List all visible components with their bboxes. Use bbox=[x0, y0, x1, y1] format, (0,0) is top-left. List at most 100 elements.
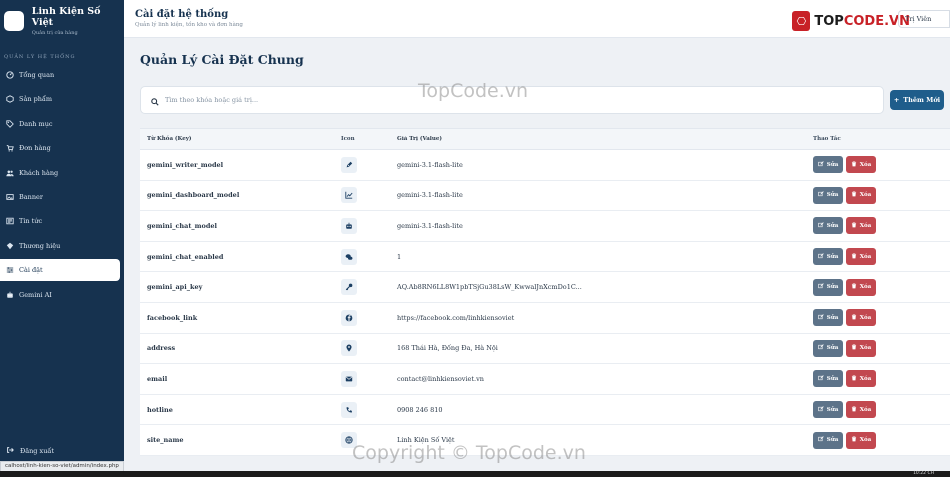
brand-subtitle: Quản trị cửa hàng bbox=[31, 30, 78, 36]
map-pin-icon bbox=[341, 340, 357, 357]
edit-button[interactable]: Sửa bbox=[813, 186, 843, 204]
search-icon bbox=[151, 91, 159, 110]
tag-icon bbox=[6, 120, 14, 128]
column-header-key: Từ Khóa (Key) bbox=[147, 136, 192, 142]
logout-link[interactable]: Đăng xuất bbox=[0, 444, 54, 458]
robot-icon bbox=[341, 217, 357, 234]
page-title: Quản Lý Cài Đặt Chung bbox=[140, 52, 304, 67]
edit-label: Sửa bbox=[826, 284, 839, 291]
watermark-logo-badge-icon: ⎔ bbox=[792, 11, 811, 31]
gauge-icon bbox=[6, 71, 14, 79]
sidebar-item-label: Tin tức bbox=[19, 217, 43, 226]
os-taskbar: 10:22 CH bbox=[0, 471, 950, 477]
sidebar-item-sliders[interactable]: Cài đặt bbox=[0, 259, 120, 282]
delete-button[interactable]: Xóa bbox=[846, 156, 876, 174]
trash-icon bbox=[851, 405, 857, 414]
logout-icon bbox=[6, 446, 14, 456]
sidebar-item-image[interactable]: Banner bbox=[0, 186, 120, 208]
column-header-actions: Thao Tác bbox=[813, 136, 841, 142]
edit-button[interactable]: Sửa bbox=[813, 309, 843, 327]
watermark-logo: ⎔ TOP CODE.VN bbox=[792, 11, 910, 31]
sidebar-item-users[interactable]: Khách hàng bbox=[0, 162, 120, 184]
setting-value: 0908 246 810 bbox=[397, 405, 443, 414]
user-menu-label: Trị Viên bbox=[905, 15, 932, 23]
edit-button[interactable]: Sửa bbox=[813, 370, 843, 388]
setting-value: gemini-3.1-flash-lite bbox=[397, 221, 463, 230]
delete-button[interactable]: Xóa bbox=[846, 217, 876, 235]
brand[interactable]: Linh Kiện Số Việt Quản trị cửa hàng bbox=[0, 0, 124, 42]
table-row: address 168 Thái Hà, Đống Đa, Hà Nội Sửa Xó… bbox=[140, 334, 950, 365]
delete-button[interactable]: Xóa bbox=[846, 278, 876, 296]
table-row: gemini_dashboard_model gemini-3.1-flash-l… bbox=[140, 181, 950, 212]
sidebar-item-tag[interactable]: Danh mục bbox=[0, 113, 120, 135]
table-row: facebook_link https://facebook.com/linhki… bbox=[140, 303, 950, 334]
edit-button[interactable]: Sửa bbox=[813, 248, 843, 266]
trash-icon bbox=[851, 436, 857, 444]
edit-label: Sửa bbox=[826, 161, 839, 168]
sidebar-item-label: Gemini AI bbox=[19, 290, 52, 299]
sidebar-item-robot[interactable]: Gemini AI bbox=[0, 284, 120, 306]
news-icon bbox=[6, 217, 14, 225]
edit-label: Sửa bbox=[826, 222, 839, 229]
table-row: gemini_writer_model gemini-3.1-flash-lite… bbox=[140, 150, 950, 181]
sidebar-item-box[interactable]: Sản phẩm bbox=[0, 88, 120, 110]
delete-label: Xóa bbox=[859, 222, 872, 229]
search-input[interactable] bbox=[165, 96, 765, 104]
delete-button[interactable]: Xóa bbox=[846, 248, 876, 266]
delete-label: Xóa bbox=[859, 314, 872, 321]
table-row: email contact@linhkiensoviet.vn Sửa Xóa bbox=[140, 364, 950, 395]
delete-button[interactable]: Xóa bbox=[846, 339, 876, 357]
edit-button[interactable]: Sửa bbox=[813, 156, 843, 174]
edit-label: Sửa bbox=[826, 192, 839, 199]
facebook-icon bbox=[341, 309, 357, 326]
trash-icon bbox=[851, 161, 857, 169]
image-icon bbox=[6, 193, 14, 201]
user-menu-button[interactable]: Trị Viên bbox=[898, 10, 950, 28]
edit-icon bbox=[818, 161, 824, 169]
delete-button[interactable]: Xóa bbox=[846, 401, 876, 419]
delete-button[interactable]: Xóa bbox=[846, 370, 876, 388]
edit-button[interactable]: Sửa bbox=[813, 278, 843, 296]
table-row: gemini_chat_enabled 1 Sửa Xóa bbox=[140, 242, 950, 273]
trash-icon bbox=[851, 191, 857, 199]
setting-key: gemini_api_key bbox=[147, 283, 203, 292]
sidebar-item-label: Khách hàng bbox=[19, 168, 59, 177]
sidebar-item-label: Thương hiệu bbox=[19, 241, 61, 250]
delete-button[interactable]: Xóa bbox=[846, 309, 876, 327]
brand-name: Linh Kiện Số Việt bbox=[31, 6, 101, 28]
setting-key: gemini_writer_model bbox=[147, 160, 224, 169]
trash-icon bbox=[851, 375, 857, 383]
table-header: Từ Khóa (Key) Icon Giá Trị (Value) Thao … bbox=[140, 129, 950, 150]
sidebar-item-label: Cài đặt bbox=[19, 266, 43, 275]
delete-button[interactable]: Xóa bbox=[846, 186, 876, 204]
add-new-label: Thêm Mới bbox=[903, 96, 941, 104]
sidebar-item-cart[interactable]: Đơn hàng bbox=[0, 137, 120, 159]
trash-icon bbox=[851, 283, 857, 291]
edit-button[interactable]: Sửa bbox=[813, 431, 843, 449]
trash-icon bbox=[851, 344, 857, 352]
trash-icon bbox=[851, 252, 857, 261]
table-row: gemini_api_key AQ.Ab8RN6LL8W1pbTSjGu38LsW… bbox=[140, 272, 950, 303]
column-header-icon: Icon bbox=[341, 136, 355, 142]
edit-button[interactable]: Sửa bbox=[813, 401, 843, 419]
chat-icon bbox=[341, 248, 357, 265]
edit-icon bbox=[818, 405, 824, 414]
sidebar-item-brand[interactable]: Thương hiệu bbox=[0, 235, 120, 257]
edit-icon bbox=[818, 344, 824, 352]
sidebar-item-news[interactable]: Tin tức bbox=[0, 210, 120, 232]
globe-icon bbox=[341, 432, 357, 449]
table-body: gemini_writer_model gemini-3.1-flash-lite… bbox=[140, 150, 950, 456]
settings-table: Từ Khóa (Key) Icon Giá Trị (Value) Thao … bbox=[140, 128, 950, 456]
sidebar-item-label: Banner bbox=[19, 192, 43, 201]
chart-line-icon bbox=[341, 187, 357, 204]
sidebar-item-gauge[interactable]: Tổng quan bbox=[0, 64, 120, 86]
header-subtitle: Quản lý linh kiện, tồn kho và đơn hàng bbox=[135, 22, 243, 28]
edit-button[interactable]: Sửa bbox=[813, 339, 843, 357]
edit-label: Sửa bbox=[826, 253, 839, 260]
add-new-button[interactable]: + Thêm Mới bbox=[890, 90, 944, 110]
delete-button[interactable]: Xóa bbox=[846, 431, 876, 449]
brand-logo bbox=[4, 11, 24, 31]
header-title: Cài đặt hệ thống bbox=[135, 9, 229, 20]
edit-button[interactable]: Sửa bbox=[813, 217, 843, 235]
search-box[interactable] bbox=[140, 86, 884, 114]
